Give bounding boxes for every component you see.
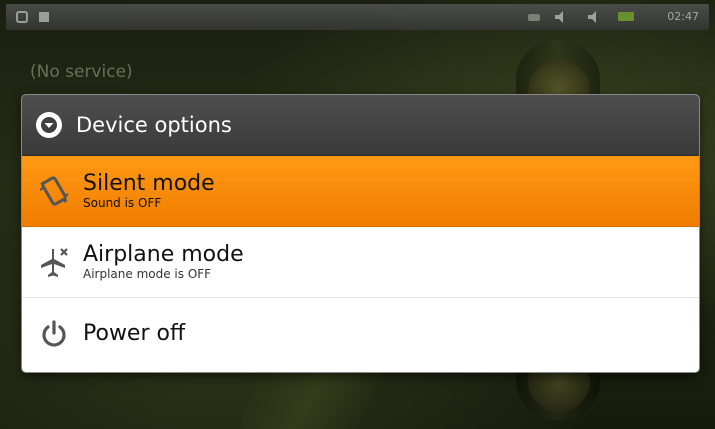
volume-icon	[586, 9, 602, 25]
item-title: Silent mode	[83, 171, 215, 196]
lock-screen-background: 02:47 (No service) Device options Silent…	[0, 0, 715, 429]
usb-icon	[14, 9, 30, 25]
item-subtitle: Sound is OFF	[83, 196, 162, 210]
power-off-item[interactable]: Power off	[22, 298, 699, 369]
airplane-icon	[35, 243, 73, 281]
vibrate-phone-icon	[35, 172, 73, 210]
silent-mode-item[interactable]: Silent mode Sound is OFF	[22, 156, 699, 227]
carrier-text: (No service)	[30, 62, 133, 82]
dialog-header: Device options	[22, 95, 699, 156]
dropdown-circle-icon	[36, 112, 62, 138]
battery-icon	[618, 12, 634, 21]
volume-icon	[553, 9, 569, 25]
notification-icon	[36, 9, 52, 25]
power-icon	[35, 315, 73, 353]
item-title: Airplane mode	[83, 242, 244, 267]
item-subtitle: Airplane mode is OFF	[83, 267, 212, 281]
airplane-mode-item[interactable]: Airplane mode Airplane mode is OFF	[22, 227, 699, 298]
dialog-title: Device options	[76, 113, 232, 137]
device-options-dialog: Device options Silent mode Sound is OFF	[22, 95, 699, 372]
clock: 02:47	[667, 10, 699, 23]
status-bar[interactable]: 02:47	[6, 4, 709, 30]
signal-icon	[526, 9, 542, 25]
item-title: Power off	[83, 320, 186, 346]
